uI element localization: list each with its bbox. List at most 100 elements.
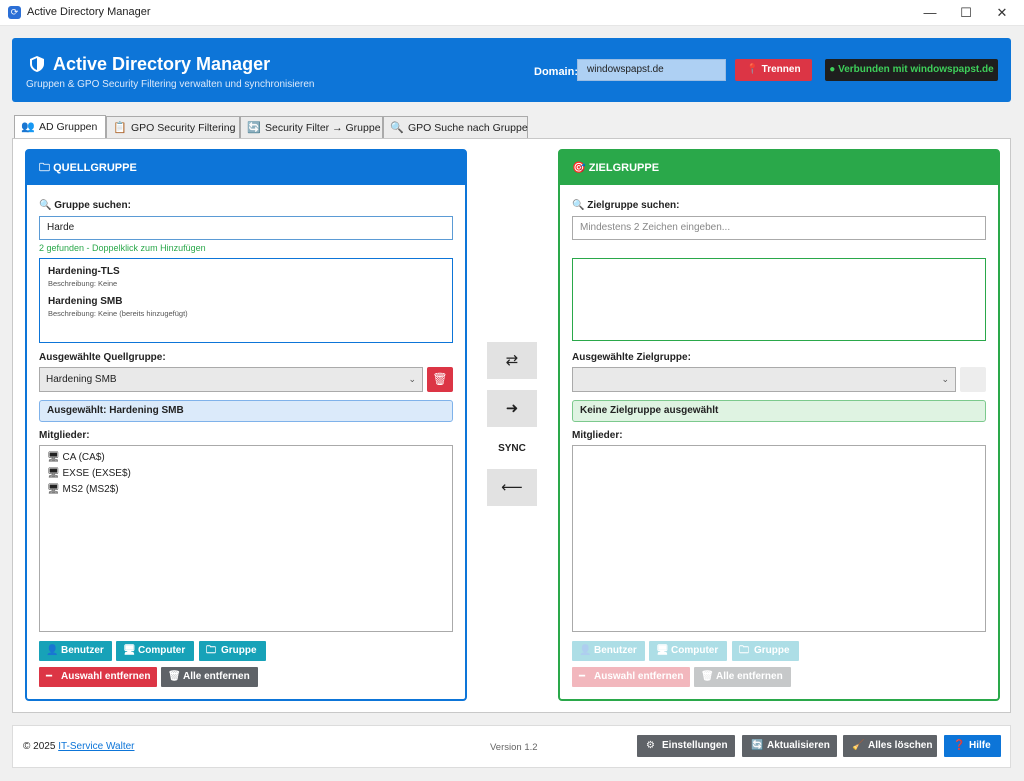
connection-status-badge: ● Verbunden mit windowspapst.de <box>825 59 998 81</box>
add-computer-label: Computer <box>138 645 186 656</box>
member-name: MS2 (MS2$) <box>62 484 119 495</box>
tab-gpo-security-filtering[interactable]: 📋 GPO Security Filtering <box>106 116 240 138</box>
target-remove-all-button[interactable]: 🗑 Alle entfernen <box>694 667 791 687</box>
settings-label: Einstellungen <box>662 740 728 751</box>
target-remove-selection-label: Auswahl entfernen <box>594 671 684 682</box>
add-group-label: Gruppe <box>221 645 257 656</box>
target-add-computer-label: Computer <box>671 645 719 656</box>
window-titlebar: ⟳ Active Directory Manager — ☐ ✕ <box>0 0 1024 26</box>
help-button[interactable]: ❓ Hilfe <box>944 735 1001 757</box>
list-item[interactable]: 🖥 MS2 (MS2$) <box>47 482 131 498</box>
tab-gpo-suche[interactable]: 🔍 GPO Suche nach Gruppe <box>383 116 528 138</box>
target-selected-label: Ausgewählte Zielgruppe: <box>572 352 691 363</box>
member-name: EXSE (EXSE$) <box>62 468 131 479</box>
swap-button[interactable]: ⇄ <box>487 342 537 379</box>
source-search-label-text: Gruppe suchen: <box>54 200 131 211</box>
broom-icon: 🧹 <box>852 740 865 751</box>
target-group-panel: 🎯 ZIELGRUPPE 🔍 Zielgruppe suchen: Mindes… <box>558 149 1000 701</box>
folder-icon: 🗀 <box>739 645 749 656</box>
target-add-group-label: Gruppe <box>754 645 790 656</box>
tab-ad-gruppen[interactable]: 👥 AD Gruppen <box>14 115 106 139</box>
pin-icon: 📍 <box>746 64 759 75</box>
folder-icon: 🗀 <box>39 162 50 174</box>
target-add-user-button[interactable]: 👤 Benutzer <box>572 641 645 661</box>
remove-all-label: Alle entfernen <box>183 671 250 682</box>
sync-left-button[interactable]: ⟵ <box>487 469 537 506</box>
target-members-label: Mitglieder: <box>572 430 623 441</box>
header-title-text: Active Directory Manager <box>53 54 271 74</box>
computer-icon: 🖥 <box>47 484 60 495</box>
target-search-label: 🔍 Zielgruppe suchen: <box>572 200 679 211</box>
target-results-list[interactable] <box>572 258 986 341</box>
source-group-select[interactable]: Hardening SMB ⌄ <box>39 367 423 392</box>
add-user-button[interactable]: 👤 Benutzer <box>39 641 112 661</box>
source-selected-label: Ausgewählte Quellgruppe: <box>39 352 166 363</box>
header-title: Active Directory Manager <box>29 54 270 75</box>
maximize-button[interactable]: ☐ <box>948 0 984 26</box>
remove-selection-button[interactable]: ━ Auswahl entfernen <box>39 667 157 687</box>
source-search-input[interactable]: Harde <box>39 216 453 240</box>
target-search-label-text: Zielgruppe suchen: <box>587 200 680 211</box>
source-members-list[interactable]: 🖥 CA (CA$) 🖥 EXSE (EXSE$) 🖥 MS2 (MS2$) <box>39 445 453 632</box>
result-desc: Beschreibung: Keine <box>48 279 118 288</box>
sync-right-button[interactable]: ➜ <box>487 390 537 427</box>
computer-icon: 🖥 <box>47 452 60 463</box>
computer-icon: 🖥 <box>656 645 669 656</box>
target-group-select[interactable]: ⌄ <box>572 367 956 392</box>
refresh-label: Aktualisieren <box>767 740 830 751</box>
minimize-button[interactable]: — <box>912 0 948 26</box>
remove-all-button[interactable]: 🗑 Alle entfernen <box>161 667 258 687</box>
folder-icon: 🗀 <box>206 645 216 656</box>
arrow-left-icon: ⟵ <box>501 479 523 496</box>
source-found-text: 2 gefunden - Doppelklick zum Hinzufügen <box>39 243 206 253</box>
computer-icon: 🖥 <box>123 645 136 656</box>
result-desc: Beschreibung: Keine (bereits hinzugefügt… <box>48 309 188 318</box>
source-panel-header: 🗀 QUELLGRUPPE <box>27 151 465 185</box>
list-item[interactable]: 🖥 CA (CA$) <box>47 450 131 466</box>
delete-target-button[interactable] <box>960 367 986 392</box>
result-name: Hardening SMB <box>48 296 123 307</box>
minus-icon: ━ <box>46 671 53 682</box>
app-header: Active Directory Manager Gruppen & GPO S… <box>12 38 1011 102</box>
list-item[interactable]: Hardening-TLS Beschreibung: Keine <box>48 266 120 288</box>
refresh-button[interactable]: 🔄 Aktualisieren <box>742 735 837 757</box>
target-panel-header: 🎯 ZIELGRUPPE <box>560 151 998 185</box>
settings-button[interactable]: ⚙ Einstellungen <box>637 735 735 757</box>
list-item[interactable]: 🖥 EXSE (EXSE$) <box>47 466 131 482</box>
clear-all-button[interactable]: 🧹 Alles löschen <box>843 735 937 757</box>
target-remove-selection-button[interactable]: ━ Auswahl entfernen <box>572 667 690 687</box>
disconnect-button[interactable]: 📍 Trennen <box>735 59 812 81</box>
tab-label: GPO Security Filtering <box>131 122 236 134</box>
delete-source-button[interactable]: 🗑 <box>427 367 453 392</box>
copyright-text: © 2025 IT-Service Walter <box>23 741 135 752</box>
source-members-label: Mitglieder: <box>39 430 90 441</box>
minus-icon: ━ <box>579 671 586 682</box>
tab-label: Security Filter → Gruppe <box>265 122 381 134</box>
add-group-button[interactable]: 🗀 Gruppe <box>199 641 266 661</box>
target-members-list[interactable] <box>572 445 986 632</box>
add-user-label: Benutzer <box>61 645 104 656</box>
help-label: Hilfe <box>969 740 991 751</box>
add-computer-button[interactable]: 🖥 Computer <box>116 641 194 661</box>
list-item[interactable]: Hardening SMB Beschreibung: Keine (berei… <box>48 296 188 318</box>
target-add-user-label: Benutzer <box>594 645 637 656</box>
close-button[interactable]: ✕ <box>984 0 1020 26</box>
members-container: 🖥 CA (CA$) 🖥 EXSE (EXSE$) 🖥 MS2 (MS2$) <box>47 450 131 498</box>
target-add-computer-button[interactable]: 🖥 Computer <box>649 641 727 661</box>
swap-icon: ⇄ <box>505 352 519 369</box>
source-search-label: 🔍 Gruppe suchen: <box>39 200 131 211</box>
source-results-list[interactable]: Hardening-TLS Beschreibung: Keine Harden… <box>39 258 453 343</box>
users-icon: 👥 <box>21 121 35 133</box>
gear-icon: ⚙ <box>646 740 655 751</box>
tab-label: GPO Suche nach Gruppe <box>408 122 528 134</box>
member-name: CA (CA$) <box>62 452 105 463</box>
target-search-input[interactable]: Mindestens 2 Zeichen eingeben... <box>572 216 986 240</box>
domain-input[interactable]: windowspapst.de <box>577 59 726 81</box>
source-selected-info: Ausgewählt: Hardening SMB <box>39 400 453 422</box>
tab-security-filter-gruppe[interactable]: 🔄 Security Filter → Gruppe <box>240 116 383 138</box>
refresh-icon: 🔄 <box>751 740 764 751</box>
clipboard-icon: 📋 <box>113 122 127 134</box>
target-add-group-button[interactable]: 🗀 Gruppe <box>732 641 799 661</box>
source-group-panel: 🗀 QUELLGRUPPE 🔍 Gruppe suchen: Harde 2 g… <box>25 149 467 701</box>
company-link[interactable]: IT-Service Walter <box>58 741 134 752</box>
